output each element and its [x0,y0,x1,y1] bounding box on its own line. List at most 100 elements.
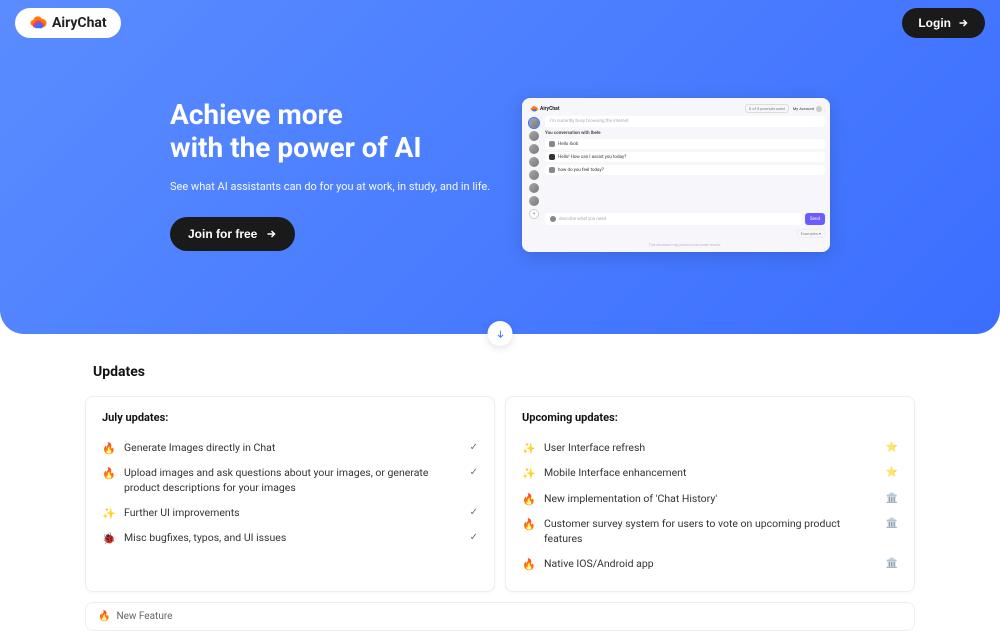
preview-status-bar: I'm currently busy browsing the internet… [545,116,825,127]
assistant-avatar [529,144,539,154]
chat-bubble-assistant: Hello! How can I assist you today? [545,152,825,162]
fire-icon: 🔥 [98,611,110,622]
update-leading-icon: ✨ [522,466,536,481]
avatar-icon [549,167,555,173]
preview-brand-name: AiryChat [540,106,560,112]
avatar-icon [550,216,556,222]
preview-convo-label: You conversation with Ibele [545,131,825,136]
preview-message-input: describe what you need [545,213,802,225]
upcoming-updates-list: ✨ User Interface refresh ⭐ ✨ Mobile Interfac… [522,436,898,577]
assistant-avatar [529,196,539,206]
preview-brand: AiryChat [530,105,560,113]
assistant-avatar [529,131,539,141]
brand-logo[interactable]: AiryChat [15,8,121,38]
assistant-avatar [529,170,539,180]
update-leading-icon: ✨ [522,441,536,456]
update-leading-icon: ✨ [102,506,116,521]
update-leading-icon: 🔥 [102,441,116,456]
update-text: User Interface refresh [544,441,874,456]
new-feature-label: New Feature [116,611,172,622]
arrow-right-icon [957,17,969,29]
update-text: Generate Images directly in Chat [124,441,458,456]
update-text: Upload images and ask questions about yo… [124,466,458,495]
update-leading-icon: 🔥 [522,492,536,507]
update-trailing-icon: ⭐ [886,441,898,455]
login-label: Login [918,16,951,30]
avatar-icon [549,154,555,160]
update-trailing-icon: ⭐ [886,466,898,480]
update-trailing-icon: ✓ [470,466,478,480]
july-updates-title: July updates: [102,411,478,424]
preview-account-menu: My Account [793,106,822,112]
update-item: 🔥 Generate Images directly in Chat ✓ [102,436,478,461]
preview-body: + I'm currently busy browsing the intern… [527,116,825,247]
update-item: 🐞 Misc bugfixes, typos, and UI issues ✓ [102,526,478,551]
update-leading-icon: 🐞 [102,531,116,546]
updates-section: Updates July updates: 🔥 Generate Images d… [85,364,915,592]
assistant-avatar [529,118,539,128]
preview-trial-counter: 0 of 5 prompts used [745,104,789,113]
updates-heading: Updates [93,364,915,380]
update-trailing-icon: 🏛️ [886,557,898,571]
update-item: ✨ Further UI improvements ✓ [102,501,478,526]
preview-header: AiryChat 0 of 5 prompts used My Account [527,103,825,116]
app-preview-screenshot: AiryChat 0 of 5 prompts used My Account [522,98,830,252]
hero-text-block: Achieve more with the power of AI See wh… [170,99,490,250]
preview-account-label: My Account [793,106,814,111]
update-trailing-icon: ✓ [470,531,478,545]
update-text: Misc bugfixes, typos, and UI issues [124,531,458,546]
hero-subtitle: See what AI assistants can do for you at… [170,180,490,193]
update-trailing-icon: 🏛️ [886,517,898,531]
update-item: ✨ Mobile Interface enhancement ⭐ [522,461,898,486]
hero-section: AiryChat Login Achieve more with the pow… [0,0,1000,334]
arrow-down-icon [495,329,505,339]
preview-header-right: 0 of 5 prompts used My Account [745,104,822,113]
update-item: ✨ User Interface refresh ⭐ [522,436,898,461]
update-leading-icon: 🔥 [522,557,536,572]
preview-examples-dropdown: Examples ▾ [797,229,825,238]
header-row: AiryChat Login [15,8,985,38]
july-updates-list: 🔥 Generate Images directly in Chat ✓ 🔥 Uploa… [102,436,478,552]
avatar-icon [816,106,822,112]
update-trailing-icon: 🏛️ [886,492,898,506]
update-item: 🔥 Upload images and ask questions about y… [102,461,478,500]
cloud-logo-icon [29,14,47,32]
preview-input-placeholder: describe what you need [559,217,606,222]
preview-main: I'm currently busy browsing the internet… [545,116,825,247]
hero-content: Achieve more with the power of AI See wh… [15,38,985,252]
preview-send-button: Send [805,213,825,225]
join-for-free-button[interactable]: Join for free [170,217,295,251]
update-text: Mobile Interface enhancement [544,466,874,481]
chat-bubble-user: Hello ibob [545,139,825,149]
update-item: 🔥Customer survey system for users to vot… [522,512,898,551]
chat-text: how do you feel today? [558,168,604,173]
chat-bubble-user: how do you feel today? [545,165,825,175]
avatar-icon [549,141,555,147]
update-trailing-icon: ✓ [470,506,478,520]
arrow-right-icon [265,228,277,240]
update-leading-icon: 🔥 [522,517,536,532]
hero-title-line2: with the power of AI [170,131,422,164]
update-item: 🔥 New implementation of 'Chat History' 🏛️ [522,487,898,512]
update-trailing-icon: ✓ [470,441,478,455]
update-text: New implementation of 'Chat History' [544,492,874,507]
preview-footer-disclaimer: This assistant may produce inaccurate re… [545,243,825,247]
update-item: 🔥 Native IOS/Android app 🏛️ [522,552,898,577]
update-text: Native IOS/Android app [544,557,874,572]
assistant-avatar [529,183,539,193]
chat-text: Hello ibob [558,142,578,147]
update-leading-icon: 🔥 [102,466,116,481]
chat-text: Hello! How can I assist you today? [558,155,626,160]
preview-sidebar: + [527,116,541,247]
update-text: Further UI improvements [124,506,458,521]
join-label: Join for free [188,227,257,241]
hero-title: Achieve more with the power of AI [170,99,490,163]
login-button[interactable]: Login [902,8,985,38]
hero-title-line1: Achieve more [170,98,343,131]
assistant-avatar [529,157,539,167]
scroll-down-button[interactable] [488,321,513,346]
cloud-logo-icon [530,105,538,113]
brand-name: AiryChat [52,15,107,31]
upcoming-updates-title: Upcoming updates: [522,411,898,424]
add-assistant-icon: + [529,209,539,219]
